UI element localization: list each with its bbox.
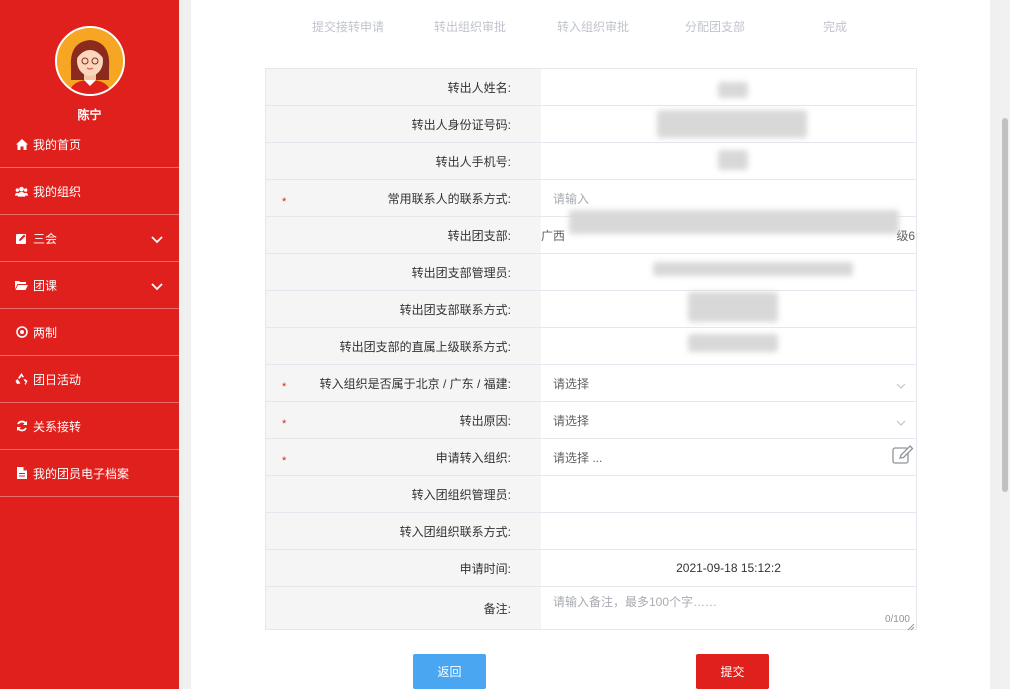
sidebar-item-three-meetings[interactable]: 三会	[0, 215, 179, 262]
chevron-down-icon	[896, 416, 906, 426]
form-row-in-org-admin: 转入团组织管理员:	[266, 476, 916, 513]
form-label: * 转出原因:	[266, 402, 541, 438]
redaction	[569, 210, 899, 234]
form-label: 备注:	[266, 587, 541, 629]
sidebar-item-home[interactable]: 我的首页	[0, 121, 179, 168]
scrollbar-thumb[interactable]	[1002, 118, 1008, 492]
target-icon	[15, 326, 28, 339]
redaction	[657, 110, 807, 138]
chevron-down-icon	[896, 379, 906, 389]
sidebar-item-member-archive[interactable]: 我的团员电子档案	[0, 450, 179, 497]
progress-steps: 提交接转申请 转出组织审批 转入组织审批 分配团支部 完成	[191, 18, 990, 34]
in-org-admin-value	[541, 476, 916, 512]
form-label: 转出团支部管理员:	[266, 254, 541, 290]
reason-select[interactable]: 请选择	[541, 402, 916, 438]
form-row-id-number: 转出人身份证号码:	[266, 106, 916, 143]
redaction	[718, 150, 748, 170]
required-marker: *	[282, 418, 287, 430]
sidebar: 陈宁 我的首页 我的组织 三会 团课 两制 团日活动 关系接转 我的团员电子档案	[0, 0, 179, 689]
folder-open-icon	[15, 279, 28, 292]
step-submit: 提交接转申请	[312, 20, 385, 34]
refresh-icon	[15, 420, 28, 433]
form-row-phone: 转出人手机号:	[266, 143, 916, 180]
content-panel: 提交接转申请 转出组织审批 转入组织审批 分配团支部 完成 转出人姓名: 转出人…	[191, 0, 990, 689]
form-label: 转出人手机号:	[266, 143, 541, 179]
sidebar-item-label: 三会	[33, 231, 58, 246]
form-label: 转出团支部的直属上级联系方式:	[266, 328, 541, 364]
form-row-region-select: * 转入组织是否属于北京 / 广东 / 福建: 请选择	[266, 365, 916, 402]
sidebar-item-label: 两制	[33, 325, 58, 340]
step-outgoing-approval: 转出组织审批	[434, 20, 507, 34]
form-row-target-org: * 申请转入组织: 请选择 ...	[266, 439, 916, 476]
users-icon	[15, 185, 28, 198]
form-label: 申请时间:	[266, 550, 541, 586]
form-label: 转出人身份证号码:	[266, 106, 541, 142]
resize-handle-icon[interactable]	[907, 620, 915, 631]
form-row-in-org-contact: 转入团组织联系方式:	[266, 513, 916, 550]
edit-icon[interactable]	[892, 445, 914, 465]
target-org-picker[interactable]: 请选择 ...	[541, 439, 916, 475]
form-label: 转出人姓名:	[266, 69, 541, 105]
step-incoming-approval: 转入组织审批	[557, 20, 630, 34]
form-row-name: 转出人姓名:	[266, 69, 916, 106]
redaction	[718, 82, 748, 98]
sidebar-item-league-class[interactable]: 团课	[0, 262, 179, 309]
required-marker: *	[282, 455, 287, 467]
form-row-remark: 备注: 请输入备注，最多100个字…… 0/100	[266, 587, 916, 631]
apply-time-value: 2021-09-18 15:12:2	[676, 561, 781, 575]
form-row-out-branch-contact: 转出团支部联系方式:	[266, 291, 916, 328]
region-select[interactable]: 请选择	[541, 365, 916, 401]
form-label: 转入团组织管理员:	[266, 476, 541, 512]
form-label: 转出团支部联系方式:	[266, 291, 541, 327]
form-label: * 申请转入组织:	[266, 439, 541, 475]
sidebar-item-label: 我的组织	[33, 184, 82, 199]
required-marker: *	[282, 381, 287, 393]
avatar[interactable]	[55, 26, 125, 96]
form-row-apply-time: 申请时间: 2021-09-18 15:12:2	[266, 550, 916, 587]
chevron-down-icon	[151, 233, 163, 244]
transfer-form: 转出人姓名: 转出人身份证号码: 转出人手机号: * 常用联系人的联系方式: 请…	[265, 68, 917, 631]
redaction	[653, 262, 853, 276]
step-assign-branch: 分配团支部	[685, 20, 746, 34]
remark-textarea[interactable]: 请输入备注，最多100个字…… 0/100	[541, 587, 916, 631]
in-org-contact-value	[541, 513, 916, 549]
submit-button[interactable]: 提交	[696, 654, 769, 689]
form-row-superior-contact: 转出团支部的直属上级联系方式:	[266, 328, 916, 365]
step-complete: 完成	[823, 20, 848, 34]
form-label: 转入团组织联系方式:	[266, 513, 541, 549]
redaction	[688, 334, 778, 352]
chevron-down-icon	[151, 280, 163, 291]
scrollbar[interactable]	[1000, 0, 1010, 689]
home-icon	[15, 138, 28, 151]
form-label: * 常用联系人的联系方式:	[266, 180, 541, 216]
sidebar-item-two-systems[interactable]: 两制	[0, 309, 179, 356]
sidebar-item-label: 团日活动	[33, 372, 82, 387]
sidebar-item-label: 我的首页	[33, 137, 82, 152]
form-row-reason: * 转出原因: 请选择	[266, 402, 916, 439]
file-icon	[15, 467, 28, 480]
sidebar-item-label: 关系接转	[33, 419, 82, 434]
form-label: * 转入组织是否属于北京 / 广东 / 福建:	[266, 365, 541, 401]
sidebar-item-my-org[interactable]: 我的组织	[0, 168, 179, 215]
sidebar-item-league-day[interactable]: 团日活动	[0, 356, 179, 403]
required-marker: *	[282, 196, 287, 208]
sidebar-item-label: 我的团员电子档案	[33, 466, 130, 481]
back-button[interactable]: 返回	[413, 654, 486, 689]
form-label: 转出团支部:	[266, 217, 541, 253]
redaction	[688, 292, 778, 322]
sidebar-item-label: 团课	[33, 278, 58, 293]
recycle-icon	[15, 373, 28, 386]
sidebar-item-relation-transfer[interactable]: 关系接转	[0, 403, 179, 450]
edit-square-icon	[15, 232, 28, 245]
sidebar-menu: 我的首页 我的组织 三会 团课 两制 团日活动 关系接转 我的团员电子档案	[0, 121, 179, 497]
